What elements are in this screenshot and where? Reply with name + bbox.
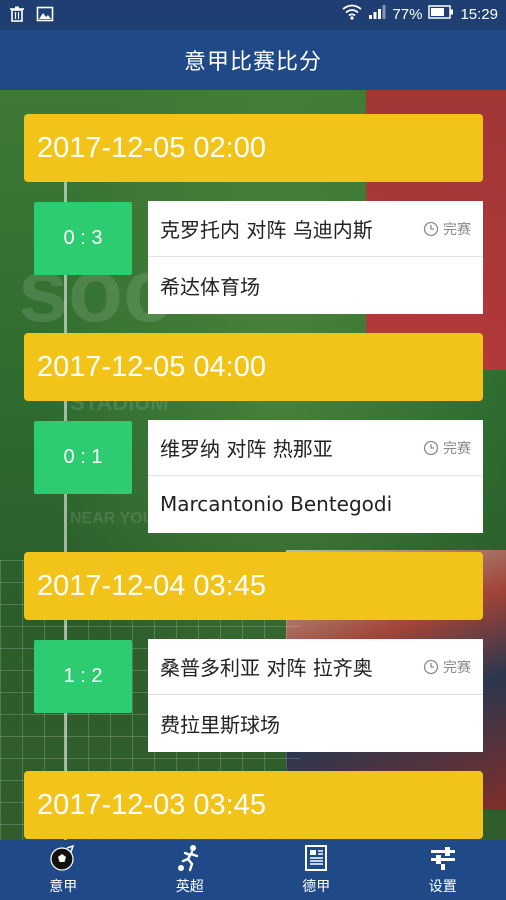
score-box[interactable]: 0 : 3 xyxy=(34,202,132,275)
match-card[interactable]: 克罗托内 对阵 乌迪内斯 完赛 希达体育场 xyxy=(148,201,483,314)
tab-bundesliga[interactable]: 德甲 xyxy=(253,840,380,900)
match-datetime: 2017-12-05 02:00 xyxy=(37,131,266,164)
battery-percent: 77% xyxy=(392,5,423,23)
timeline-line xyxy=(64,180,67,840)
match-teams: 桑普多利亚 对阵 拉齐奥 xyxy=(160,656,373,680)
match-venue: 希达体育场 xyxy=(160,274,260,299)
player-kick-icon xyxy=(177,845,198,872)
match-status: 完赛 xyxy=(423,657,471,677)
page-title: 意甲比赛比分 xyxy=(183,50,322,75)
tab-serie-a[interactable]: 意甲 xyxy=(0,840,127,900)
match-status: 完赛 xyxy=(423,219,471,239)
match-score: 0 : 1 xyxy=(63,446,103,468)
match-card[interactable]: 桑普多利亚 对阵 拉齐奥 完赛 费拉里斯球场 xyxy=(148,639,483,752)
tab-premier-league[interactable]: 英超 xyxy=(127,840,254,900)
match-card[interactable]: 维罗纳 对阵 热那亚 完赛 Marcantonio Bentegodi xyxy=(148,420,483,533)
match-status: 完赛 xyxy=(423,438,471,458)
match-status-label: 完赛 xyxy=(443,660,471,676)
score-box[interactable]: 0 : 1 xyxy=(34,421,132,494)
image-icon xyxy=(36,5,54,27)
tab-label: 英超 xyxy=(175,879,204,895)
match-venue: Marcantonio Bentegodi xyxy=(160,492,393,516)
tab-label: 设置 xyxy=(428,879,457,895)
match-datetime: 2017-12-05 04:00 xyxy=(37,350,266,383)
match-date-header[interactable]: 2017-12-05 04:00 xyxy=(24,333,483,401)
score-box[interactable]: 1 : 2 xyxy=(34,640,132,713)
wifi-icon xyxy=(342,4,362,24)
app-header: 意甲比赛比分 xyxy=(0,30,506,90)
match-status-label: 完赛 xyxy=(443,441,471,457)
match-datetime: 2017-12-04 03:45 xyxy=(37,569,266,602)
battery-icon xyxy=(428,5,454,23)
match-score: 1 : 2 xyxy=(63,665,103,687)
signal-icon xyxy=(368,4,386,24)
clock-icon xyxy=(423,440,439,456)
soccer-ball-icon xyxy=(50,844,75,871)
newspaper-icon xyxy=(305,845,328,871)
match-venue: 费拉里斯球场 xyxy=(160,712,280,737)
match-date-header[interactable]: 2017-12-03 03:45 xyxy=(24,771,483,839)
clock-icon xyxy=(423,659,439,675)
clock-time: 15:29 xyxy=(460,5,498,23)
status-bar: 77% 15:29 xyxy=(0,0,506,30)
match-date-header[interactable]: 2017-12-05 02:00 xyxy=(24,114,483,182)
clock-icon xyxy=(423,221,439,237)
trash-icon xyxy=(8,5,26,27)
settings-icon xyxy=(430,847,455,870)
tab-label: 德甲 xyxy=(302,879,331,895)
match-datetime: 2017-12-03 03:45 xyxy=(37,788,266,821)
tab-settings[interactable]: 设置 xyxy=(380,840,506,900)
match-score: 0 : 3 xyxy=(63,227,103,249)
match-date-header[interactable]: 2017-12-04 03:45 xyxy=(24,552,483,620)
match-teams: 克罗托内 对阵 乌迪内斯 xyxy=(160,218,373,242)
match-status-label: 完赛 xyxy=(443,222,471,238)
bottom-tab-bar: 意甲 英超 德甲 设置 xyxy=(0,840,506,900)
match-teams: 维罗纳 对阵 热那亚 xyxy=(160,437,333,461)
tab-label: 意甲 xyxy=(49,879,78,895)
